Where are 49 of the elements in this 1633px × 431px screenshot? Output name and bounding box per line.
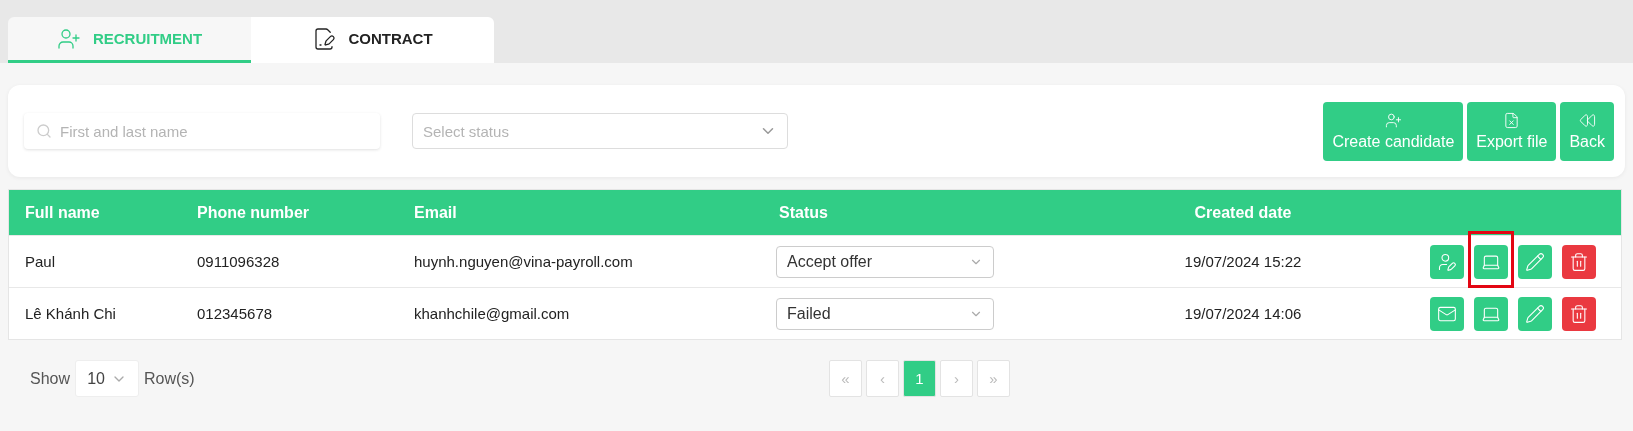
code-button[interactable] bbox=[1474, 244, 1508, 279]
email-button[interactable] bbox=[1430, 296, 1464, 331]
status-select[interactable]: Accept offer bbox=[776, 245, 994, 278]
date-cell-text: 19/07/2024 15:22 bbox=[1183, 253, 1303, 270]
page-button[interactable]: « bbox=[829, 360, 862, 397]
edit-button[interactable] bbox=[1518, 244, 1552, 279]
page-button[interactable]: 1 bbox=[903, 360, 936, 397]
code-button[interactable] bbox=[1474, 296, 1508, 331]
user-pen-icon bbox=[1437, 251, 1457, 272]
export-button[interactable]: Export file bbox=[1467, 101, 1557, 161]
page-size-select[interactable]: 10 bbox=[75, 360, 140, 397]
trash-icon bbox=[1569, 251, 1589, 272]
search-icon bbox=[36, 123, 52, 139]
edit-button[interactable] bbox=[1518, 296, 1552, 331]
column-header: Full name bbox=[25, 203, 101, 222]
tab[interactable]: RECRUITMENT bbox=[8, 17, 251, 63]
page-button[interactable]: ‹ bbox=[866, 360, 899, 397]
trash-icon bbox=[1569, 303, 1589, 324]
name-cell-text: Lê Khánh Chi bbox=[25, 305, 117, 322]
pencil-icon bbox=[1525, 303, 1545, 324]
tab[interactable]: CONTRACT bbox=[251, 17, 494, 63]
file-pen-icon bbox=[312, 26, 337, 51]
column-header: Status bbox=[779, 203, 829, 222]
user-plus-icon bbox=[56, 26, 81, 51]
email-cell-text: khanhchile@gmail.com bbox=[414, 305, 571, 322]
create-button[interactable]: Create candidate bbox=[1323, 101, 1464, 161]
status-select[interactable]: Select status bbox=[412, 113, 788, 149]
search-field[interactable]: First and last name bbox=[24, 113, 380, 149]
phone-cell-text: 0911096328 bbox=[197, 253, 281, 270]
rows-label: Row(s) bbox=[144, 369, 195, 388]
assign-button[interactable] bbox=[1430, 244, 1464, 279]
user-plus-icon bbox=[1384, 111, 1402, 129]
phone-cell-text: 012345678 bbox=[197, 305, 274, 322]
show-label: Show bbox=[30, 369, 71, 388]
page-button[interactable]: › bbox=[940, 360, 973, 397]
back-button[interactable]: Back bbox=[1560, 101, 1614, 161]
status-select[interactable]: Failed bbox=[776, 297, 994, 330]
column-header: Created date bbox=[1193, 203, 1293, 222]
name-cell-text: Paul bbox=[25, 253, 57, 270]
page-button[interactable]: » bbox=[977, 360, 1010, 397]
column-header: Email bbox=[414, 203, 458, 222]
rewind-icon bbox=[1578, 111, 1596, 129]
file-icon bbox=[1503, 111, 1521, 129]
date-cell-text: 19/07/2024 14:06 bbox=[1183, 305, 1303, 322]
delete-button[interactable] bbox=[1562, 244, 1596, 279]
column-header: Phone number bbox=[197, 203, 310, 222]
pencil-icon bbox=[1525, 251, 1545, 272]
delete-button[interactable] bbox=[1562, 296, 1596, 331]
email-cell-text: huynh.nguyen@vina-payroll.com bbox=[414, 253, 634, 270]
